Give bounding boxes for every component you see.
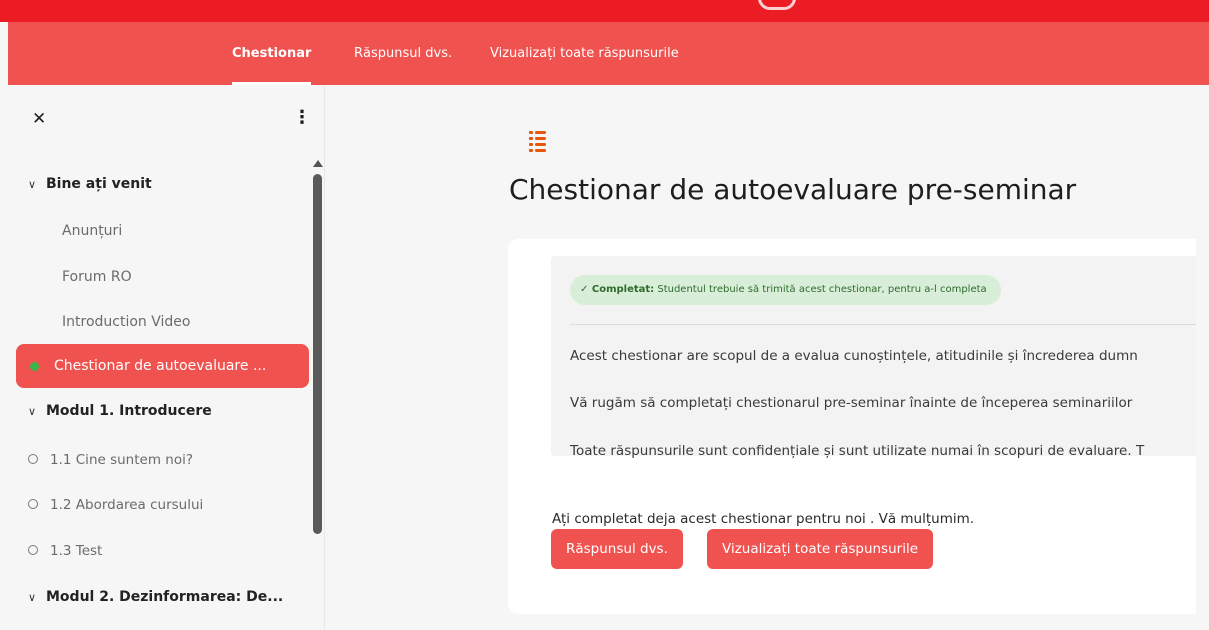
sidebar-section-module-2[interactable]: ∨ Modul 2. Dezinformarea: De... — [16, 575, 309, 619]
sidebar-item-label: Chestionar de autoevaluare ... — [54, 358, 267, 374]
current-item-dot — [30, 362, 39, 371]
chevron-down-icon: ∨ — [28, 405, 37, 418]
activity-card: ✓ Completat: Studentul trebuie să trimit… — [508, 239, 1209, 614]
viewport-edge — [1196, 85, 1209, 630]
sidebar-item-label: Bine ați venit — [46, 176, 152, 192]
your-response-button[interactable]: Răspunsul dvs. — [551, 529, 683, 569]
sidebar-item-label: Modul 1. Introducere — [46, 403, 212, 419]
incomplete-circle-icon — [28, 499, 38, 509]
description-paragraph: Acest chestionar are scopul de a evalua … — [570, 348, 1138, 364]
sidebar-item-label: 1.3 Test — [50, 543, 103, 559]
completion-status-badge: ✓ Completat: Studentul trebuie să trimit… — [570, 275, 1001, 305]
top-brand-bar — [0, 0, 1209, 22]
sidebar-item-forum[interactable]: Forum RO — [16, 255, 309, 299]
sidebar-section-module-1[interactable]: ∨ Modul 1. Introducere — [16, 389, 309, 433]
scroll-up-arrow-icon[interactable] — [313, 160, 323, 167]
sidebar-scrollbar[interactable] — [313, 160, 323, 535]
scrollbar-thumb[interactable] — [313, 174, 322, 534]
tab-view-all-responses[interactable]: Vizualizați toate răspunsurile — [490, 22, 679, 85]
main-content: Chestionar de autoevaluare pre-seminar ✓… — [325, 85, 1209, 630]
logo-fragment — [758, 0, 796, 10]
incomplete-circle-icon — [28, 545, 38, 555]
tab-bar: Chestionar Răspunsul dvs. Vizualizați to… — [8, 22, 1209, 85]
close-icon[interactable]: ✕ — [32, 109, 46, 129]
already-completed-message: Ați completat deja acest chestionar pent… — [552, 511, 975, 527]
completion-status-text: Studentul trebuie să trimită acest chest… — [654, 284, 987, 295]
tab-your-response[interactable]: Răspunsul dvs. — [354, 22, 452, 85]
sidebar-item-label: 1.1 Cine suntem noi? — [50, 452, 194, 468]
sidebar-item-announcements[interactable]: Anunțuri — [16, 209, 309, 253]
chevron-down-icon: ∨ — [28, 178, 37, 191]
tab-chestionar[interactable]: Chestionar — [232, 22, 312, 85]
sidebar-item-1-3[interactable]: 1.3 Test — [16, 529, 309, 573]
sidebar-item-questionnaire[interactable]: Chestionar de autoevaluare ... — [16, 344, 309, 388]
more-vertical-icon[interactable]: ⋮ — [293, 107, 311, 128]
description-paragraph: Toate răspunsurile sunt confidențiale și… — [570, 443, 1145, 459]
incomplete-circle-icon — [28, 454, 38, 464]
divider — [570, 324, 1209, 325]
sidebar-item-intro-video[interactable]: Introduction Video — [16, 300, 309, 344]
page-title: Chestionar de autoevaluare pre-seminar — [509, 173, 1077, 206]
sidebar-item-1-2[interactable]: 1.2 Abordarea cursului — [16, 483, 309, 527]
view-all-responses-button[interactable]: Vizualizați toate răspunsurile — [707, 529, 934, 569]
course-index-sidebar: ✕ ⋮ ∨ Bine ați venit Anunțuri Forum RO In… — [8, 85, 325, 630]
sidebar-item-label: Modul 2. Dezinformarea: De... — [46, 589, 284, 605]
sidebar-section-welcome[interactable]: ∨ Bine ați venit — [16, 162, 309, 206]
description-paragraph: Vă rugăm să completați chestionarul pre-… — [570, 395, 1133, 411]
chevron-down-icon: ∨ — [28, 591, 37, 604]
sidebar-item-label: 1.2 Abordarea cursului — [50, 497, 204, 513]
activity-description: ✓ Completat: Studentul trebuie să trimit… — [551, 256, 1209, 459]
questionnaire-icon — [529, 131, 546, 152]
sidebar-item-1-1[interactable]: 1.1 Cine suntem noi? — [16, 438, 309, 482]
completion-status-label: ✓ Completat: — [580, 284, 655, 295]
